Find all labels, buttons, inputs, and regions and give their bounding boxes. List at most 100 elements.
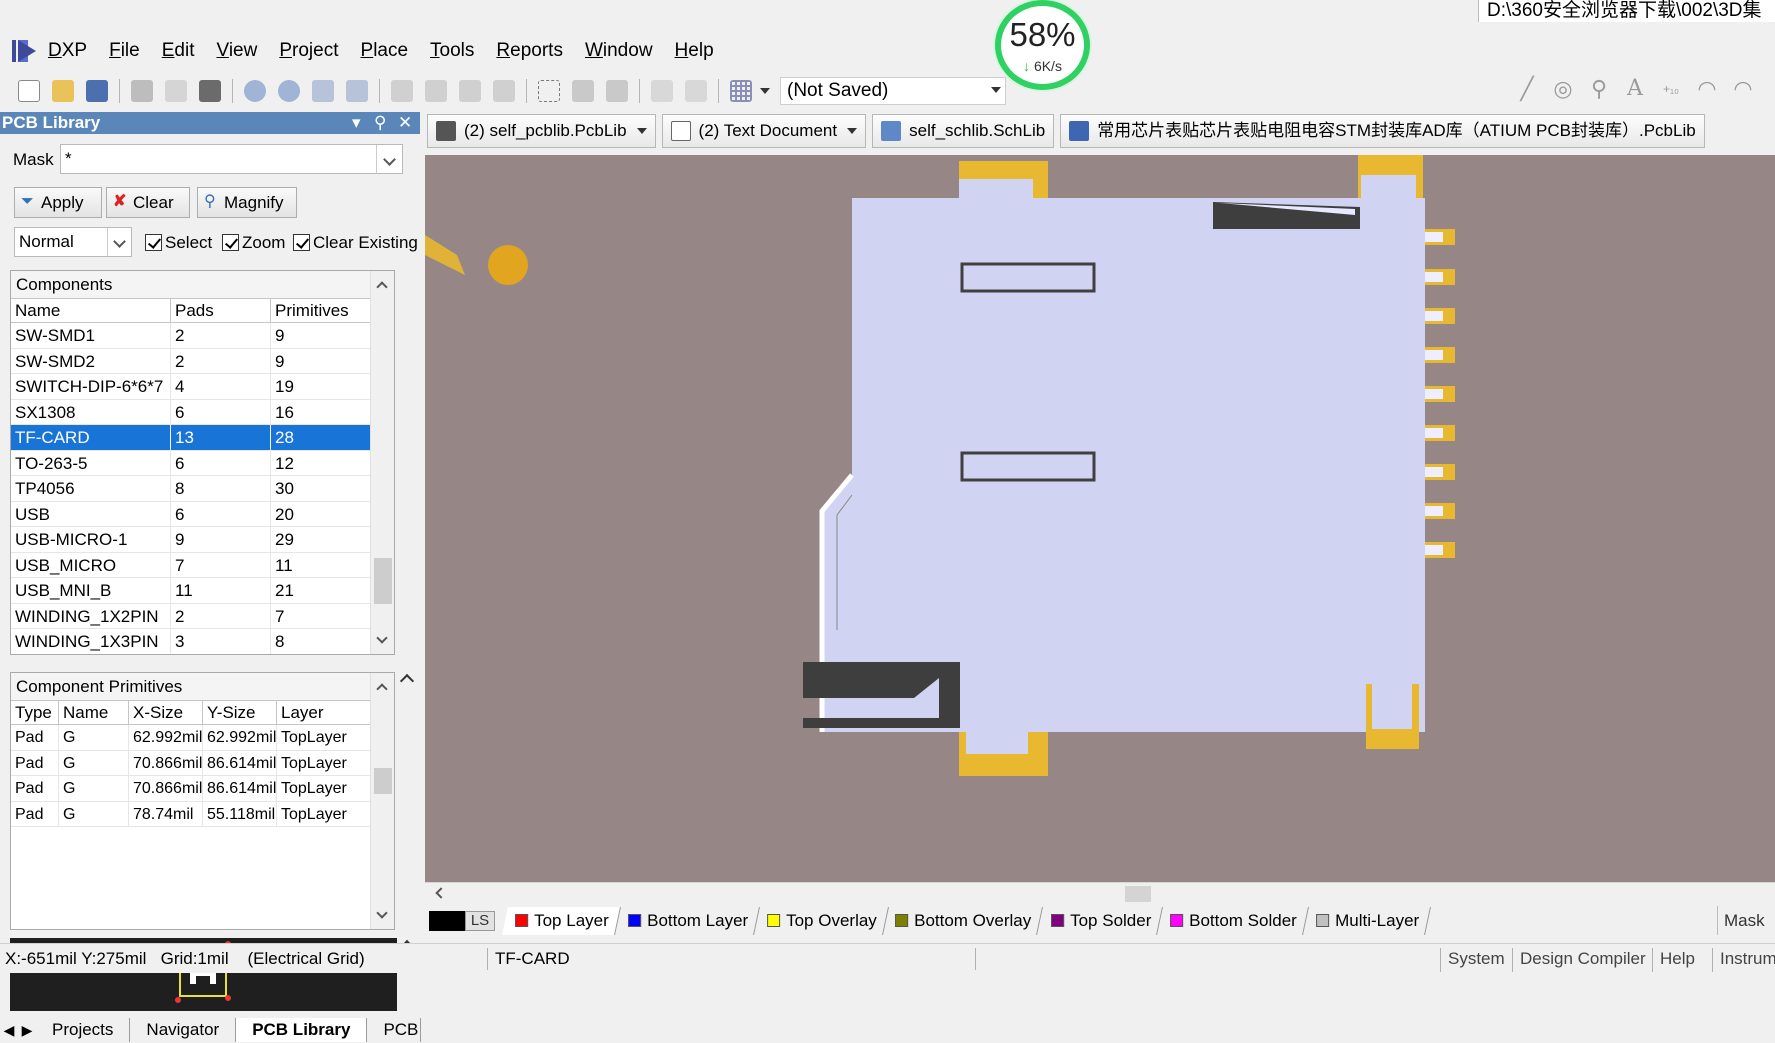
menu-help[interactable]: Help [664, 34, 725, 68]
table-row[interactable]: Pad G 78.74mil 55.118mil TopLayer [11, 801, 371, 827]
cut-icon[interactable] [391, 80, 413, 102]
grid-icon[interactable] [730, 80, 752, 102]
column-header-type[interactable]: Type [11, 701, 59, 724]
copy-icon[interactable] [425, 80, 447, 102]
chevron-down-icon[interactable] [847, 128, 858, 134]
chevron-down-icon[interactable] [376, 145, 402, 173]
doc-tab-text-document[interactable]: (2) Text Document [661, 114, 867, 148]
table-row[interactable]: Pad G 70.866mil 86.614mil TopLayer [11, 776, 371, 802]
tab-pcb-library[interactable]: PCB Library [236, 1018, 368, 1042]
table-row[interactable]: USB-MICRO-1 9 29 [11, 527, 371, 553]
layer-set-button[interactable]: LS [429, 910, 499, 932]
layer-tab-top-overlay[interactable]: Top Overlay [753, 906, 889, 935]
table-row[interactable]: SW-SMD1 2 9 [11, 323, 371, 349]
menu-project[interactable]: Project [268, 34, 349, 68]
column-header-name[interactable]: Name [59, 701, 129, 724]
table-row[interactable]: Pad G 70.866mil 86.614mil TopLayer [11, 750, 371, 776]
panel-pin-icon[interactable]: ⚲ [374, 112, 386, 134]
arc-tool-icon[interactable]: ◠ [1696, 78, 1718, 100]
doc-tab-schlib[interactable]: self_schlib.SchLib [872, 114, 1055, 148]
variant-select[interactable]: (Not Saved) [780, 77, 1006, 105]
undo-icon[interactable] [651, 80, 673, 102]
print-preview-icon[interactable] [165, 80, 187, 102]
table-row[interactable]: USB_MICRO 7 11 [11, 552, 371, 578]
rubber-stamp-icon[interactable] [493, 80, 515, 102]
scroll-up-icon[interactable] [376, 683, 388, 695]
3d-view-icon[interactable] [199, 80, 221, 102]
column-header-primitives[interactable]: Primitives [271, 299, 371, 322]
grid-dropdown-icon[interactable] [760, 88, 770, 94]
zoom-in-icon[interactable] [244, 80, 266, 102]
print-icon[interactable] [131, 80, 153, 102]
via-tool-icon[interactable]: ⚲ [1588, 78, 1610, 100]
scroll-up-icon[interactable] [376, 281, 388, 293]
text-tool-icon[interactable]: A [1624, 78, 1646, 100]
column-header-x-size[interactable]: X-Size [129, 701, 203, 724]
chevron-down-icon[interactable] [636, 128, 647, 134]
menu-tools[interactable]: Tools [419, 34, 485, 68]
mode-select[interactable]: Normal [14, 227, 132, 257]
layer-tab-top-solder[interactable]: Top Solder [1037, 906, 1163, 935]
scroll-down-icon[interactable] [376, 907, 388, 919]
collapse-primitives-icon[interactable] [399, 673, 415, 689]
select-checkbox[interactable]: Select [145, 233, 212, 253]
help-button[interactable]: Help [1652, 948, 1702, 972]
tab-projects[interactable]: Projects [36, 1018, 131, 1042]
tab-scroll-right-icon[interactable]: ▶ [18, 1022, 36, 1039]
column-header-name[interactable]: Name [11, 299, 171, 322]
clear-button[interactable]: ✘ Clear [106, 187, 190, 218]
layer-tab-top-layer[interactable]: Top Layer [502, 906, 621, 935]
instruments-button[interactable]: Instrum [1712, 948, 1775, 972]
panel-menu-icon[interactable]: ▾ [352, 112, 361, 134]
scroll-down-icon[interactable] [376, 632, 388, 644]
scroll-left-icon[interactable] [435, 887, 447, 899]
table-row[interactable]: WINDING_1X2PIN 2 7 [11, 603, 371, 629]
menu-file[interactable]: File [98, 34, 151, 68]
arc-edge-tool-icon[interactable]: ◠ [1732, 78, 1754, 100]
menu-window[interactable]: Window [574, 34, 664, 68]
table-row[interactable]: TP4056 8 30 [11, 476, 371, 502]
canvas-horizontal-scrollbar[interactable] [425, 882, 1775, 904]
coordinate-tool-icon[interactable]: +₁₀ [1660, 78, 1682, 100]
zoom-fit-icon[interactable] [312, 80, 334, 102]
mask-level-button[interactable]: Mask [1717, 906, 1775, 935]
apply-button[interactable]: ⏷ Apply [14, 187, 102, 218]
design-compiler-button[interactable]: Design Compiler [1512, 948, 1653, 972]
menu-view[interactable]: View [205, 34, 268, 68]
menu-place[interactable]: Place [350, 34, 420, 68]
doc-tab-pcblib[interactable]: (2) self_pcblib.PcbLib [427, 114, 656, 148]
menu-dxp[interactable]: DXP [48, 34, 98, 68]
menu-edit[interactable]: Edit [151, 34, 206, 68]
column-header-layer[interactable]: Layer [277, 701, 371, 724]
tab-scroll-left-icon[interactable]: ◀ [0, 1022, 18, 1039]
save-icon[interactable] [86, 80, 108, 102]
table-row[interactable]: USB 6 20 [11, 501, 371, 527]
layer-tab-multi-layer[interactable]: Multi-Layer [1302, 906, 1431, 935]
scrollbar-thumb[interactable] [1125, 886, 1151, 902]
magnify-button[interactable]: ⚲ Magnify [197, 187, 297, 218]
table-row[interactable]: WINDING_1X3PIN 3 8 [11, 629, 371, 654]
layer-tab-bottom-layer[interactable]: Bottom Layer [614, 906, 760, 935]
table-row[interactable]: TF-CARD 13 28 [11, 425, 371, 451]
panel-close-icon[interactable]: ✕ [398, 112, 412, 134]
table-row[interactable]: SX1308 6 16 [11, 399, 371, 425]
paste-icon[interactable] [459, 80, 481, 102]
redo-icon[interactable] [685, 80, 707, 102]
table-row[interactable]: SWITCH-DIP-6*6*7 4 19 [11, 374, 371, 400]
tab-navigator[interactable]: Navigator [130, 1018, 237, 1042]
new-file-icon[interactable] [18, 80, 40, 102]
column-header-pads[interactable]: Pads [171, 299, 271, 322]
select-area-icon[interactable] [538, 80, 560, 102]
layer-tab-bottom-solder[interactable]: Bottom Solder [1156, 906, 1309, 935]
table-row[interactable]: Pad G 62.992mil 62.992mil TopLayer [11, 725, 371, 751]
column-header-y-size[interactable]: Y-Size [203, 701, 277, 724]
primitives-scrollbar[interactable] [370, 673, 394, 929]
table-row[interactable]: USB_MNI_B 11 21 [11, 578, 371, 604]
layer-tab-bottom-overlay[interactable]: Bottom Overlay [882, 906, 1044, 935]
menu-reports[interactable]: Reports [485, 34, 574, 68]
line-tool-icon[interactable]: ╱ [1516, 78, 1538, 100]
move-icon[interactable] [572, 80, 594, 102]
mask-input[interactable]: * [60, 144, 403, 174]
pad-tool-icon[interactable]: ◎ [1552, 78, 1574, 100]
table-row[interactable]: TO-263-5 6 12 [11, 450, 371, 476]
